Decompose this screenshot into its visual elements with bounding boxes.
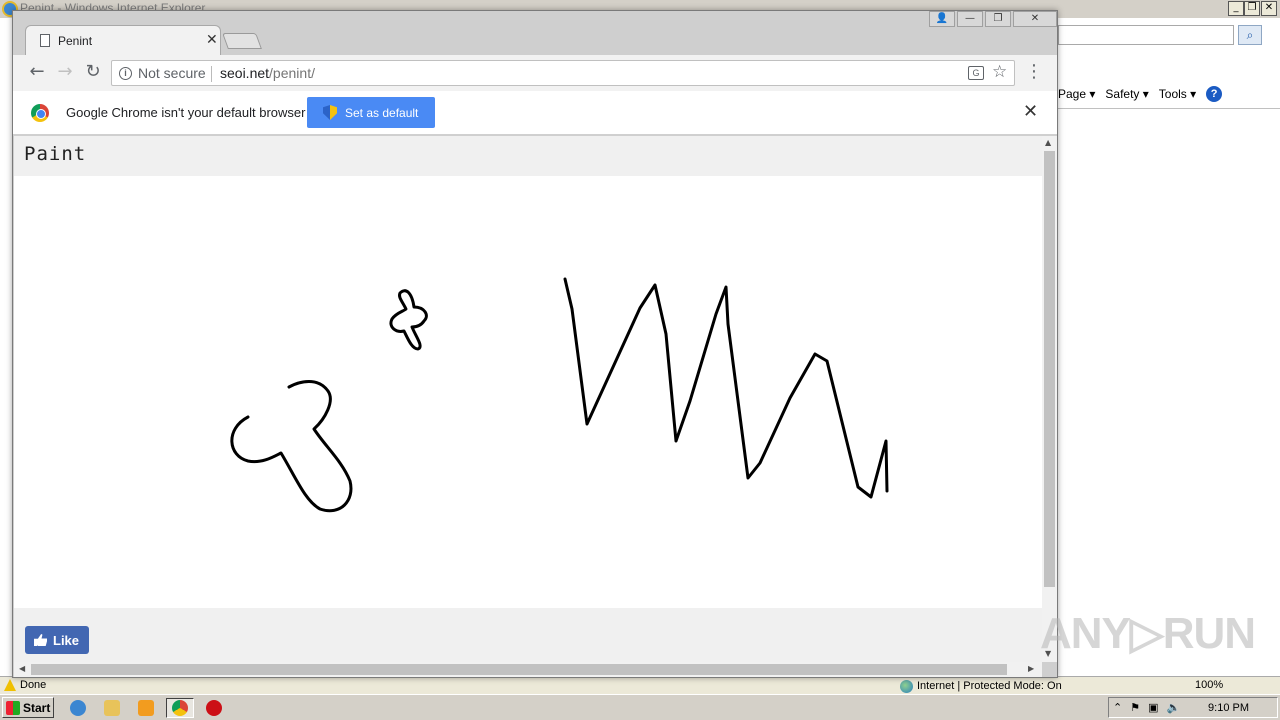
taskbar-ie-icon[interactable] — [64, 698, 92, 718]
ie-zoom-level[interactable]: 100% — [1195, 679, 1223, 691]
url-path: /penint/ — [269, 65, 315, 81]
globe-icon — [900, 679, 913, 693]
horizontal-scroll-thumb[interactable] — [31, 664, 1007, 675]
infobar-message: Google Chrome isn't your default browser — [66, 105, 306, 120]
ie-security-zone: Internet | Protected Mode: On — [900, 678, 1062, 694]
taskbar-media-player-icon[interactable] — [132, 698, 160, 718]
taskbar-opera-icon[interactable] — [200, 698, 228, 718]
flag-icon[interactable]: ⚑ — [1130, 701, 1140, 714]
ie-status-bar: Done Internet | Protected Mode: On 100% — [0, 676, 1280, 694]
vertical-scroll-thumb[interactable] — [1044, 151, 1055, 587]
taskbar: Start ⌃ ⚑ ▣ 🔈 9:10 PM — [0, 694, 1280, 720]
ie-status-text: Done — [20, 679, 47, 691]
translate-icon[interactable]: G — [968, 66, 984, 80]
drawn-stroke-2 — [389, 289, 428, 351]
scroll-up-icon[interactable]: ▲ — [1045, 138, 1051, 147]
ie-search-input[interactable] — [1058, 25, 1234, 45]
shield-icon — [323, 105, 337, 120]
close-icon[interactable]: ✕ — [206, 32, 218, 48]
page-header: Paint — [14, 136, 1042, 176]
infobar-close-icon[interactable]: ✕ — [1023, 101, 1038, 122]
tray-expand-icon[interactable]: ⌃ — [1113, 701, 1122, 714]
ie-page-menu[interactable]: Page ▾ — [1058, 87, 1095, 101]
close-button[interactable]: ✕ — [1013, 11, 1057, 27]
paint-canvas[interactable] — [14, 176, 1042, 608]
warning-icon — [4, 679, 16, 691]
address-bar[interactable]: i Not secure seoi.net/penint/ G ☆ — [111, 60, 1015, 86]
set-as-default-button[interactable]: Set as default — [307, 97, 435, 128]
ie-command-bar: Page ▾ Safety ▾ Tools ▾ ? — [1058, 84, 1280, 104]
minimize-button[interactable]: — — [957, 11, 983, 27]
vertical-scrollbar[interactable]: ▲ ▼ — [1042, 136, 1057, 662]
ie-maximize-button[interactable]: ❐ — [1244, 1, 1260, 16]
volume-icon[interactable]: 🔈 — [1167, 701, 1181, 714]
default-browser-infobar: Google Chrome isn't your default browser… — [13, 91, 1057, 135]
clock[interactable]: 9:10 PM — [1208, 702, 1249, 714]
drawn-stroke-3 — [563, 277, 889, 499]
thumbs-up-icon — [34, 634, 47, 646]
ie-close-button[interactable]: ✕ — [1261, 1, 1277, 16]
menu-icon[interactable]: ⋮ — [1025, 61, 1043, 85]
profile-icon[interactable]: 👤 — [929, 11, 955, 27]
url-host: seoi.net — [220, 65, 270, 81]
chrome-window: Penint ✕ 👤 — ❐ ✕ ← → ↻ i Not secure seoi… — [12, 10, 1058, 678]
drawn-stroke-1 — [230, 380, 353, 513]
scroll-down-icon[interactable]: ▼ — [1045, 649, 1051, 658]
page-viewport: Paint Like — [14, 136, 1042, 662]
ie-safety-menu[interactable]: Safety ▾ — [1105, 87, 1148, 101]
taskbar-chrome-icon[interactable] — [166, 698, 194, 718]
start-button[interactable]: Start — [2, 697, 54, 718]
system-tray: ⌃ ⚑ ▣ 🔈 9:10 PM — [1108, 697, 1278, 718]
info-icon[interactable]: i — [119, 67, 132, 80]
forward-button[interactable]: → — [53, 61, 77, 85]
reload-button[interactable]: ↻ — [81, 61, 105, 85]
tab-penint[interactable]: Penint ✕ — [25, 25, 221, 55]
ie-tools-menu[interactable]: Tools ▾ — [1159, 87, 1196, 101]
search-icon: ⌕ — [1246, 28, 1254, 42]
page-icon — [40, 34, 50, 47]
scroll-left-icon[interactable]: ◀ — [19, 664, 25, 673]
tab-strip: Penint ✕ 👤 — ❐ ✕ — [13, 11, 1057, 55]
ie-minimize-button[interactable]: _ — [1228, 1, 1244, 16]
maximize-button[interactable]: ❐ — [985, 11, 1011, 27]
star-icon[interactable]: ☆ — [992, 62, 1007, 82]
help-icon[interactable]: ? — [1206, 86, 1223, 102]
start-label: Start — [23, 700, 51, 715]
taskbar-explorer-icon[interactable] — [98, 698, 126, 718]
new-tab-button[interactable] — [222, 33, 262, 49]
ie-search-button[interactable]: ⌕ — [1238, 25, 1262, 45]
network-icon[interactable]: ▣ — [1148, 701, 1158, 714]
like-label: Like — [53, 632, 80, 648]
back-button[interactable]: ← — [25, 61, 49, 85]
scroll-right-icon[interactable]: ▶ — [1028, 664, 1034, 673]
drawing-layer[interactable] — [14, 176, 1042, 608]
like-button[interactable]: Like — [25, 626, 89, 654]
tab-title: Penint — [58, 34, 93, 48]
page-title: Paint — [24, 143, 87, 165]
ie-content-area — [1058, 108, 1280, 674]
chrome-logo-icon — [31, 104, 49, 122]
omnibox-divider — [211, 66, 212, 82]
window-controls: 👤 — ❐ ✕ — [929, 11, 1057, 27]
page-footer: Like — [14, 608, 1042, 662]
security-indicator[interactable]: Not secure — [138, 65, 206, 81]
ie-zone-label: Internet | Protected Mode: On — [917, 680, 1062, 692]
horizontal-scrollbar[interactable]: ◀ ▶ — [14, 662, 1042, 677]
url-text[interactable]: seoi.net/penint/ — [220, 65, 315, 81]
set-as-default-label: Set as default — [345, 105, 419, 120]
browser-toolbar: ← → ↻ i Not secure seoi.net/penint/ G ☆ … — [13, 55, 1057, 91]
windows-logo-icon — [6, 700, 20, 715]
